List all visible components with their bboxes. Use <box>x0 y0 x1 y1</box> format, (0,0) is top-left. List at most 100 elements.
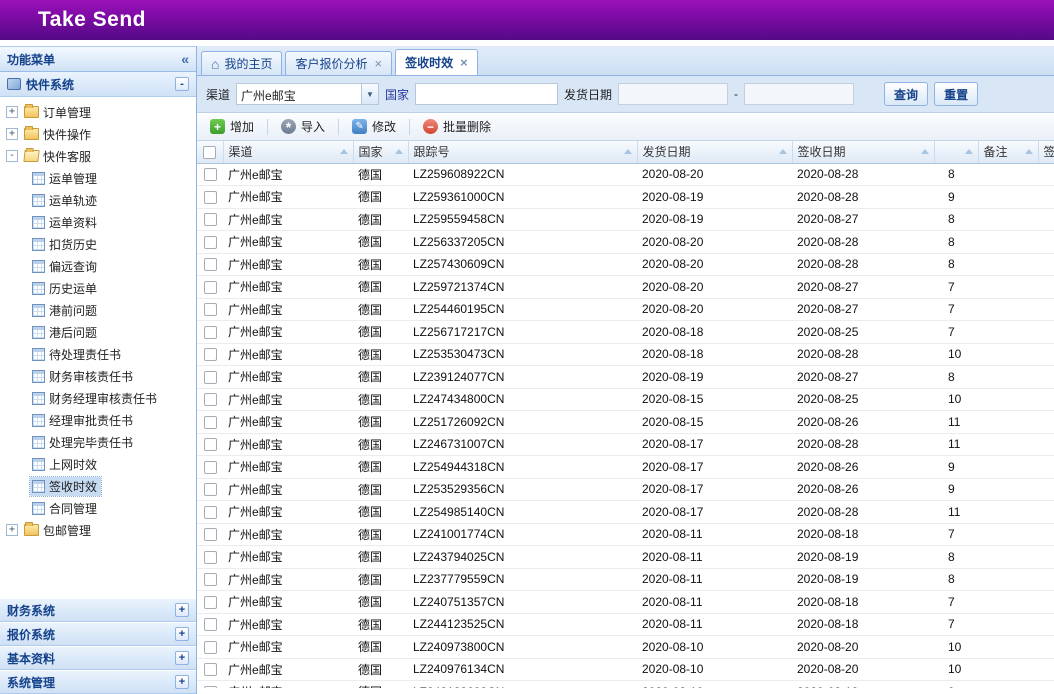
tab-my-home[interactable]: ⌂我的主页 <box>201 51 282 75</box>
row-checkbox[interactable] <box>204 506 217 519</box>
add-button[interactable]: +增加 <box>203 116 261 137</box>
expand-icon[interactable]: + <box>6 524 18 536</box>
table-row[interactable]: 广州e邮宝德国LZ259361000CN2020-08-192020-08-28… <box>197 186 1054 209</box>
row-checkbox[interactable] <box>204 213 217 226</box>
table-row[interactable]: 广州e邮宝德国LZ259559458CN2020-08-192020-08-27… <box>197 208 1054 231</box>
expand-section-icon[interactable]: + <box>175 603 189 617</box>
row-checkbox[interactable] <box>204 573 217 586</box>
table-row[interactable]: 广州e邮宝德国LZ256337205CN2020-08-202020-08-28… <box>197 231 1054 254</box>
row-checkbox[interactable] <box>204 416 217 429</box>
expand-icon[interactable]: + <box>6 106 18 118</box>
table-row[interactable]: 广州e邮宝德国LZ253530473CN2020-08-182020-08-28… <box>197 343 1054 366</box>
row-checkbox[interactable] <box>204 393 217 406</box>
table-row[interactable]: 广州e邮宝德国LZ254985140CN2020-08-172020-08-28… <box>197 501 1054 524</box>
table-row[interactable]: 广州e邮宝德国LZ246731007CN2020-08-172020-08-28… <box>197 433 1054 456</box>
close-icon[interactable]: × <box>460 56 468 69</box>
expand-section-icon[interactable]: + <box>175 675 189 689</box>
table-row[interactable]: 广州e邮宝德国LZ244123525CN2020-08-112020-08-18… <box>197 613 1054 636</box>
row-checkbox[interactable] <box>204 168 217 181</box>
table-row[interactable]: 广州e邮宝德国LZ243794025CN2020-08-112020-08-19… <box>197 546 1054 569</box>
ship-date-from-input[interactable] <box>618 83 728 105</box>
sort-asc-icon[interactable] <box>921 149 929 154</box>
country-input[interactable] <box>415 83 558 105</box>
sort-asc-icon[interactable] <box>340 149 348 154</box>
tree-item[interactable]: 港前问题 <box>0 299 196 321</box>
sort-asc-icon[interactable] <box>965 149 973 154</box>
row-checkbox[interactable] <box>204 618 217 631</box>
column-header[interactable]: 备注 <box>978 141 1038 163</box>
tree-item[interactable]: +包邮管理 <box>0 519 196 541</box>
expand-section-icon[interactable]: + <box>175 627 189 641</box>
table-row[interactable]: 广州e邮宝德国LZ254460195CN2020-08-202020-08-27… <box>197 298 1054 321</box>
tree-item[interactable]: 签收时效 <box>0 475 196 497</box>
column-header[interactable]: 跟踪号 <box>408 141 637 163</box>
table-row[interactable]: 广州e邮宝德国LZ237779559CN2020-08-112020-08-19… <box>197 568 1054 591</box>
collapse-section-icon[interactable]: - <box>175 77 189 91</box>
ship-date-to-input[interactable] <box>744 83 854 105</box>
select-all-checkbox[interactable] <box>203 146 216 159</box>
table-row[interactable]: 广州e邮宝德国LZ240751357CN2020-08-112020-08-18… <box>197 591 1054 614</box>
table-row[interactable]: 广州e邮宝德国LZ247434800CN2020-08-152020-08-25… <box>197 388 1054 411</box>
tree-item[interactable]: 财务经理审核责任书 <box>0 387 196 409</box>
sort-asc-icon[interactable] <box>779 149 787 154</box>
chevron-down-icon[interactable]: ▼ <box>361 84 378 104</box>
tree-item[interactable]: -快件客服 <box>0 145 196 167</box>
tree-item[interactable]: 偏远查询 <box>0 255 196 277</box>
row-checkbox[interactable] <box>204 326 217 339</box>
row-checkbox[interactable] <box>204 663 217 676</box>
row-checkbox[interactable] <box>204 348 217 361</box>
search-button[interactable]: 查询 <box>884 82 928 106</box>
column-header[interactable]: 签收日期 <box>792 141 934 163</box>
close-icon[interactable]: × <box>375 57 383 70</box>
select-all-header[interactable] <box>197 141 223 163</box>
tree-item[interactable]: 合同管理 <box>0 497 196 519</box>
row-checkbox[interactable] <box>204 191 217 204</box>
tree-item[interactable]: 扣货历史 <box>0 233 196 255</box>
table-row[interactable]: 广州e邮宝德国LZ254944318CN2020-08-172020-08-26… <box>197 456 1054 479</box>
row-checkbox[interactable] <box>204 258 217 271</box>
modify-button[interactable]: ✎修改 <box>345 116 403 137</box>
expand-section-icon[interactable]: + <box>175 651 189 665</box>
row-checkbox[interactable] <box>204 281 217 294</box>
sidebar-section[interactable]: 财务系统+ <box>0 598 196 622</box>
expand-icon[interactable]: + <box>6 128 18 140</box>
sort-asc-icon[interactable] <box>624 149 632 154</box>
table-row[interactable]: 广州e邮宝德国LZ259608922CN2020-08-202020-08-28… <box>197 163 1054 186</box>
tab-sign-receipt-aging[interactable]: 签收时效× <box>395 49 478 75</box>
tree-item[interactable]: 运单资料 <box>0 211 196 233</box>
tree-item[interactable]: 处理完毕责任书 <box>0 431 196 453</box>
table-row[interactable]: 广州e邮宝德国LZ239124077CN2020-08-192020-08-27… <box>197 366 1054 389</box>
sidebar-section[interactable]: 系统管理+ <box>0 670 196 694</box>
tree-item[interactable]: +订单管理 <box>0 101 196 123</box>
table-row[interactable]: 广州e邮宝德国LZ242183693CN2020-08-102020-08-19… <box>197 681 1054 689</box>
column-header[interactable] <box>934 141 978 163</box>
tree-item[interactable]: 港后问题 <box>0 321 196 343</box>
tree-item[interactable]: 上网时效 <box>0 453 196 475</box>
sidebar-section[interactable]: 报价系统+ <box>0 622 196 646</box>
table-row[interactable]: 广州e邮宝德国LZ253529356CN2020-08-172020-08-26… <box>197 478 1054 501</box>
column-header[interactable]: 签 <box>1038 141 1054 163</box>
table-row[interactable]: 广州e邮宝德国LZ240973800CN2020-08-102020-08-20… <box>197 636 1054 659</box>
tree-item[interactable]: 经理审批责任书 <box>0 409 196 431</box>
table-row[interactable]: 广州e邮宝德国LZ241001774CN2020-08-112020-08-18… <box>197 523 1054 546</box>
tab-customer-quote-analysis[interactable]: 客户报价分析× <box>285 51 392 75</box>
tree-item[interactable]: 待处理责任书 <box>0 343 196 365</box>
collapse-sidebar-icon[interactable]: « <box>181 51 189 67</box>
reset-button[interactable]: 重置 <box>934 82 978 106</box>
table-row[interactable]: 广州e邮宝德国LZ251726092CN2020-08-152020-08-26… <box>197 411 1054 434</box>
row-checkbox[interactable] <box>204 438 217 451</box>
row-checkbox[interactable] <box>204 236 217 249</box>
row-checkbox[interactable] <box>204 483 217 496</box>
tree-item[interactable]: 运单轨迹 <box>0 189 196 211</box>
table-row[interactable]: 广州e邮宝德国LZ257430609CN2020-08-202020-08-28… <box>197 253 1054 276</box>
column-header[interactable]: 发货日期 <box>637 141 792 163</box>
sidebar-section-express-system[interactable]: 快件系统 - <box>0 72 196 97</box>
row-checkbox[interactable] <box>204 686 217 688</box>
row-checkbox[interactable] <box>204 596 217 609</box>
tree-item[interactable]: +快件操作 <box>0 123 196 145</box>
column-header[interactable]: 国家 <box>353 141 408 163</box>
column-header[interactable]: 渠道 <box>223 141 353 163</box>
sort-asc-icon[interactable] <box>395 149 403 154</box>
row-checkbox[interactable] <box>204 461 217 474</box>
table-row[interactable]: 广州e邮宝德国LZ240976134CN2020-08-102020-08-20… <box>197 658 1054 681</box>
